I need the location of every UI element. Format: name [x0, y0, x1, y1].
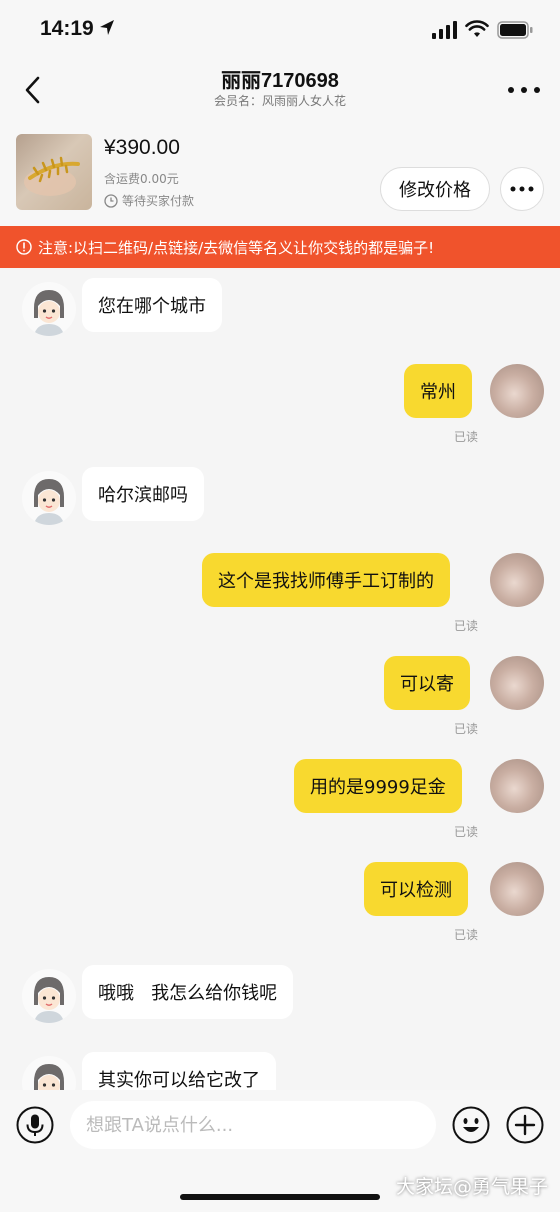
buyer-avatar[interactable]: [22, 282, 76, 336]
message-bubble[interactable]: 哦哦 我怎么给你钱呢: [82, 965, 294, 1019]
read-receipt: 已读: [453, 928, 478, 942]
message-input[interactable]: [70, 1101, 436, 1149]
warning-circle-icon: [16, 239, 32, 255]
message-bubble[interactable]: 哈尔滨邮吗: [82, 467, 204, 521]
chat-messages[interactable]: 您在哪个城市 常州 已读 哈尔滨邮吗 这个是我找师傅手工订制的 已读 可以寄 已…: [0, 268, 560, 1090]
chat-header: 丽丽7170698 会员名：风雨丽人女人花: [0, 60, 560, 122]
plus-icon[interactable]: [506, 1106, 544, 1144]
seller-avatar[interactable]: [490, 862, 544, 916]
status-bar: 14:19: [0, 0, 560, 60]
contact-name: 丽丽7170698: [221, 70, 339, 92]
wifi-icon: [465, 20, 489, 37]
signal-icon: [432, 21, 457, 39]
message-bubble[interactable]: 可以寄: [384, 656, 470, 710]
seller-avatar[interactable]: [490, 759, 544, 813]
order-status-text: 等待买家付款: [122, 194, 195, 208]
product-more-button[interactable]: [500, 167, 544, 211]
battery-icon: [497, 21, 533, 39]
scam-warning-banner: 注意:以扫二维码/点链接/去微信等名义让你交钱的都是骗子!: [0, 226, 560, 268]
message-bubble[interactable]: 可以检测: [364, 862, 468, 916]
modify-price-button[interactable]: 修改价格: [380, 167, 490, 211]
shipping-fee: 含运费0.00元: [104, 172, 179, 186]
buyer-avatar[interactable]: [22, 969, 76, 1023]
seller-avatar[interactable]: [490, 364, 544, 418]
location-arrow-icon: [100, 20, 114, 35]
more-dots-icon: [510, 186, 534, 192]
more-dots-icon[interactable]: [506, 84, 542, 96]
message-bubble[interactable]: 您在哪个城市: [82, 278, 222, 332]
warning-text: 注意:以扫二维码/点链接/去微信等名义让你交钱的都是骗子!: [38, 238, 435, 257]
emoji-icon[interactable]: [452, 1106, 490, 1144]
read-receipt: 已读: [453, 430, 478, 444]
home-indicator[interactable]: [180, 1194, 380, 1200]
watermark: 大家坛@勇气果子: [395, 1176, 548, 1198]
message-bubble[interactable]: 其实你可以给它改了: [82, 1052, 276, 1090]
buyer-avatar[interactable]: [22, 1056, 76, 1090]
product-card: ¥390.00 含运费0.00元 等待买家付款 修改价格: [0, 122, 560, 226]
read-receipt: 已读: [453, 722, 478, 736]
status-time: 14:19: [40, 17, 94, 40]
read-receipt: 已读: [453, 619, 478, 633]
message-bubble[interactable]: 用的是9999足金: [294, 759, 462, 813]
buyer-avatar[interactable]: [22, 471, 76, 525]
member-name: 会员名：风雨丽人女人花: [213, 94, 346, 108]
product-thumbnail[interactable]: [16, 134, 92, 210]
input-bar: 大家坛@勇气果子: [0, 1090, 560, 1212]
order-status: 等待买家付款: [104, 192, 194, 209]
seller-avatar[interactable]: [490, 656, 544, 710]
clock-icon: [104, 193, 118, 208]
message-bubble[interactable]: 这个是我找师傅手工订制的: [202, 553, 450, 607]
microphone-icon[interactable]: [16, 1106, 54, 1144]
read-receipt: 已读: [453, 825, 478, 839]
seller-avatar[interactable]: [490, 553, 544, 607]
product-price: ¥390.00: [104, 136, 180, 159]
message-bubble[interactable]: 常州: [404, 364, 472, 418]
